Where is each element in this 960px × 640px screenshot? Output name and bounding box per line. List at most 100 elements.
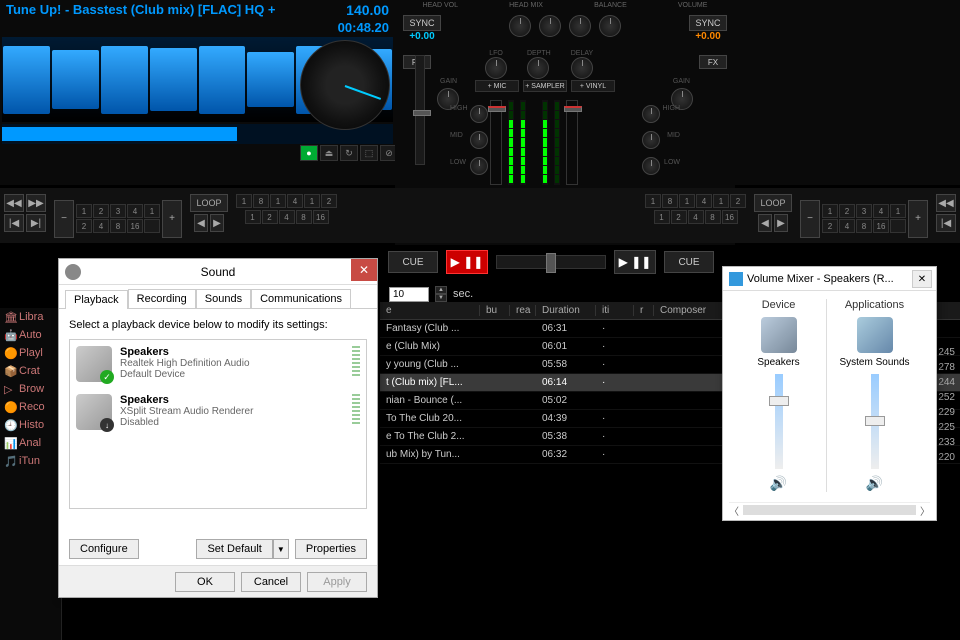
channel-fader-a[interactable] <box>490 100 502 185</box>
beat-1[interactable]: 1 <box>245 210 261 224</box>
beat-2[interactable]: 2 <box>321 194 337 208</box>
beat-8[interactable]: 8 <box>662 194 678 208</box>
eq-high-a-knob[interactable] <box>470 105 488 123</box>
hotcue-8[interactable]: 8 <box>110 219 126 233</box>
beat-2[interactable]: 2 <box>262 210 278 224</box>
beat-16[interactable]: 16 <box>722 210 738 224</box>
beat-16[interactable]: 16 <box>313 210 329 224</box>
sync-a-button[interactable]: SYNC <box>403 15 441 31</box>
hotcue-2[interactable]: 2 <box>76 219 92 233</box>
app-icon[interactable] <box>857 317 893 353</box>
cue-b-button[interactable]: CUE <box>664 251 714 273</box>
beat-1[interactable]: 1 <box>679 194 695 208</box>
loop-b-button[interactable]: LOOP <box>754 194 792 212</box>
sidebar-item-auto[interactable]: 🤖Auto <box>0 326 61 344</box>
tab-communications[interactable]: Communications <box>251 289 351 308</box>
beat-4[interactable]: 4 <box>688 210 704 224</box>
beat-4[interactable]: 4 <box>287 194 303 208</box>
ok-button[interactable]: OK <box>175 572 235 592</box>
eq-low-b-knob[interactable] <box>642 157 660 175</box>
column-header[interactable]: Duration <box>536 305 596 316</box>
prev-beat-button[interactable]: |◀ <box>4 214 24 232</box>
column-header[interactable]: bu <box>480 305 510 316</box>
apply-button[interactable]: Apply <box>307 572 367 592</box>
sidebar-item-reco[interactable]: 🟠Reco <box>0 398 61 416</box>
loop-in-b[interactable]: ◀ <box>758 214 772 232</box>
channel-fader-b[interactable] <box>566 100 578 185</box>
scroll-left[interactable]: 〈 <box>729 503 739 516</box>
head-mix-knob[interactable] <box>539 15 561 37</box>
sampler-button[interactable]: + SAMPLER <box>523 80 567 92</box>
tab-playback[interactable]: Playback <box>65 290 128 309</box>
crossfader[interactable] <box>496 255 606 269</box>
eject-button[interactable]: ⏏ <box>320 145 338 161</box>
column-header[interactable]: r <box>634 305 654 316</box>
vinyl-button[interactable]: + VINYL <box>571 80 615 92</box>
scrollbar[interactable] <box>743 505 916 515</box>
hotcue-4[interactable]: 4 <box>93 219 109 233</box>
device-item[interactable]: ✓SpeakersRealtek High Definition AudioDe… <box>70 340 366 388</box>
minus-button-a[interactable]: − <box>54 200 74 238</box>
eq-low-a-knob[interactable] <box>470 157 488 175</box>
jog-wheel[interactable] <box>300 40 390 130</box>
app-mute-icon[interactable]: 🔊 <box>827 475 922 492</box>
search-input[interactable] <box>389 287 429 302</box>
app-volume-slider[interactable] <box>871 374 879 469</box>
lock-button[interactable]: ⬚ <box>360 145 378 161</box>
hotcue-3[interactable]: 3 <box>856 204 872 218</box>
plus-button-a[interactable]: + <box>162 200 182 238</box>
delay-knob[interactable] <box>571 57 593 79</box>
hotcue-4[interactable]: 4 <box>839 219 855 233</box>
beat-2[interactable]: 2 <box>730 194 746 208</box>
forward-button[interactable]: ▶▶ <box>26 194 46 212</box>
mic-button[interactable]: + MIC <box>475 80 519 92</box>
hotcue-16[interactable]: 16 <box>127 219 143 233</box>
eq-high-b-knob[interactable] <box>642 105 660 123</box>
hotcue-8[interactable]: 8 <box>856 219 872 233</box>
loop-in-a[interactable]: ◀ <box>194 214 208 232</box>
prev-beat-b-button[interactable]: |◀ <box>936 214 956 232</box>
hotcue-1[interactable]: 1 <box>890 204 906 218</box>
sidebar-item-histo[interactable]: 🕘Histo <box>0 416 61 434</box>
hotcue-3[interactable]: 3 <box>110 204 126 218</box>
cancel-button[interactable]: Cancel <box>241 572 301 592</box>
tab-sounds[interactable]: Sounds <box>196 289 251 308</box>
hotcue-2[interactable]: 2 <box>93 204 109 218</box>
beat-8[interactable]: 8 <box>705 210 721 224</box>
sidebar-item-anal[interactable]: 📊Anal <box>0 434 61 452</box>
device-volume-slider[interactable] <box>775 374 783 469</box>
scroll-right[interactable]: 〉 <box>920 503 930 516</box>
pitch-fader-a[interactable] <box>415 55 425 165</box>
sidebar-item-playl[interactable]: 🟠Playl <box>0 344 61 362</box>
device-icon[interactable] <box>761 317 797 353</box>
column-header[interactable]: Composer <box>654 305 724 316</box>
device-list[interactable]: ✓SpeakersRealtek High Definition AudioDe… <box>69 339 367 509</box>
spinner-up[interactable]: ▲ <box>435 286 447 294</box>
plus-button-b[interactable]: + <box>908 200 928 238</box>
properties-button[interactable]: Properties <box>295 539 367 559</box>
column-header[interactable]: rea <box>510 305 536 316</box>
fx-b-button[interactable]: FX <box>699 55 727 69</box>
beat-1[interactable]: 1 <box>270 194 286 208</box>
configure-button[interactable]: Configure <box>69 539 139 559</box>
beat-1[interactable]: 1 <box>236 194 252 208</box>
loop-a-button[interactable]: LOOP <box>190 194 228 212</box>
close-button[interactable]: ✕ <box>351 259 377 281</box>
eq-mid-a-knob[interactable] <box>470 131 488 149</box>
hotcue-2[interactable]: 2 <box>839 204 855 218</box>
hotcue-16[interactable]: 16 <box>873 219 889 233</box>
beat-1[interactable]: 1 <box>654 210 670 224</box>
play-b-button[interactable]: ▶ ❚❚ <box>614 250 656 274</box>
beat-1[interactable]: 1 <box>713 194 729 208</box>
tab-recording[interactable]: Recording <box>128 289 196 308</box>
cue-a-button[interactable]: CUE <box>388 251 438 273</box>
spinner-down[interactable]: ▼ <box>435 294 447 302</box>
vm-close-button[interactable]: ✕ <box>912 270 932 288</box>
sync-b-button[interactable]: SYNC <box>689 15 727 31</box>
column-header[interactable]: iti <box>596 305 634 316</box>
column-header[interactable]: e <box>380 305 480 316</box>
head-vol-knob[interactable] <box>509 15 531 37</box>
hotcue-4[interactable]: 4 <box>127 204 143 218</box>
hotcue-1[interactable]: 1 <box>144 204 160 218</box>
rewind-button[interactable]: ◀◀ <box>4 194 24 212</box>
